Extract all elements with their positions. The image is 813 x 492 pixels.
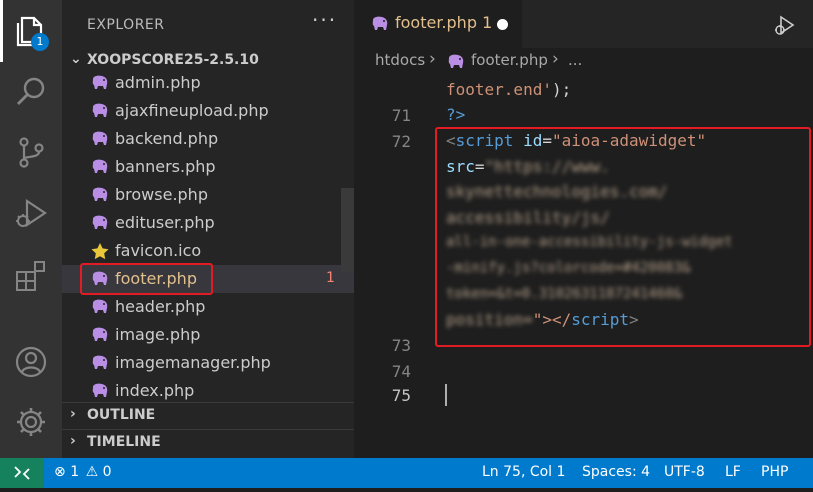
php-elephant-icon bbox=[90, 186, 110, 204]
code-line-wrap: footer.end'); bbox=[446, 80, 572, 99]
chevron-right-icon: › bbox=[70, 433, 76, 449]
breadcrumb-folder[interactable]: htdocs bbox=[375, 51, 425, 69]
explorer-title: EXPLORER bbox=[87, 17, 165, 33]
code-line-71: ?> bbox=[446, 105, 466, 124]
line-number: 71 bbox=[391, 106, 411, 125]
file-item[interactable]: image.php bbox=[62, 321, 354, 349]
line-number: 72 bbox=[391, 132, 411, 151]
problems-indicator[interactable]: ⊗ 1 ⚠ 0 bbox=[54, 464, 112, 480]
highlight-box-footer-file bbox=[80, 263, 213, 295]
php-elephant-icon bbox=[90, 130, 110, 148]
problem-count-badge: 1 bbox=[326, 270, 335, 286]
outline-label: OUTLINE bbox=[87, 407, 156, 423]
active-indicator bbox=[0, 0, 3, 62]
file-name: admin.php bbox=[115, 73, 201, 92]
encoding[interactable]: UTF-8 bbox=[664, 464, 705, 480]
breadcrumb-separator: › bbox=[552, 49, 559, 69]
source-control-icon[interactable] bbox=[13, 134, 49, 170]
remote-indicator[interactable] bbox=[0, 458, 44, 488]
line-number-current: 75 bbox=[391, 386, 411, 405]
editor-tab-bar: footer.php 1 bbox=[354, 0, 813, 48]
breadcrumb-file[interactable]: footer.php bbox=[471, 51, 548, 69]
php-elephant-icon bbox=[90, 354, 110, 372]
outline-section[interactable]: › OUTLINE bbox=[62, 403, 354, 429]
file-item[interactable]: browse.php bbox=[62, 181, 354, 209]
file-name: header.php bbox=[115, 297, 206, 316]
timeline-label: TIMELINE bbox=[87, 434, 161, 450]
file-item[interactable]: edituser.php bbox=[62, 209, 354, 237]
file-name: index.php bbox=[115, 381, 195, 400]
file-name: edituser.php bbox=[115, 213, 215, 232]
error-icon: ⊗ bbox=[54, 464, 66, 480]
highlight-box-script bbox=[435, 127, 811, 347]
php-elephant-icon bbox=[370, 15, 390, 33]
account-icon[interactable] bbox=[13, 344, 49, 380]
gear-icon[interactable] bbox=[13, 404, 49, 440]
php-elephant-icon bbox=[90, 326, 110, 344]
php-elephant-icon bbox=[90, 158, 110, 176]
php-elephant-icon bbox=[90, 298, 110, 316]
php-elephant-icon bbox=[90, 102, 110, 120]
file-item[interactable]: imagemanager.php bbox=[62, 349, 354, 377]
breadcrumb-separator: › bbox=[429, 49, 436, 69]
file-item[interactable]: admin.php bbox=[62, 69, 354, 97]
php-elephant-icon bbox=[90, 74, 110, 92]
file-item[interactable]: ajaxfineupload.php bbox=[62, 97, 354, 125]
search-icon[interactable] bbox=[13, 74, 49, 110]
breadcrumb-symbol[interactable]: ... bbox=[568, 51, 582, 69]
file-name: browse.php bbox=[115, 185, 208, 204]
chevron-down-icon: ⌄ bbox=[70, 51, 82, 67]
file-item[interactable]: index.php bbox=[62, 377, 354, 405]
tab-footer-php[interactable]: footer.php 1 bbox=[354, 0, 522, 48]
line-number: 74 bbox=[391, 362, 411, 381]
file-item[interactable]: backend.php bbox=[62, 125, 354, 153]
extensions-icon[interactable] bbox=[13, 258, 49, 294]
status-bar: ⊗ 1 ⚠ 0 Ln 75, Col 1 Spaces: 4 UTF-8 LF … bbox=[0, 458, 813, 488]
line-number: 73 bbox=[391, 336, 411, 355]
explorer-badge: 1 bbox=[31, 33, 49, 51]
code-editor[interactable]: footer.end'); 71 ?> 72 <script id="aioa-… bbox=[354, 74, 813, 458]
php-elephant-icon bbox=[90, 382, 110, 400]
file-name: imagemanager.php bbox=[115, 353, 271, 372]
file-name: backend.php bbox=[115, 129, 219, 148]
php-elephant-icon bbox=[90, 214, 110, 232]
indentation[interactable]: Spaces: 4 bbox=[582, 464, 650, 480]
file-item[interactable]: header.php bbox=[62, 293, 354, 321]
cursor-position[interactable]: Ln 75, Col 1 bbox=[482, 464, 565, 480]
tab-label: footer.php 1 bbox=[395, 13, 493, 32]
activity-bar: 1 bbox=[0, 0, 62, 458]
run-file-icon[interactable] bbox=[774, 14, 796, 36]
file-item[interactable]: favicon.ico bbox=[62, 237, 354, 265]
chevron-right-icon: › bbox=[70, 406, 76, 422]
timeline-section[interactable]: › TIMELINE bbox=[62, 430, 354, 456]
line-ending[interactable]: LF bbox=[725, 464, 741, 480]
file-name: image.php bbox=[115, 325, 201, 344]
php-elephant-icon bbox=[446, 53, 466, 71]
text-cursor bbox=[445, 384, 447, 406]
breadcrumb: htdocs › footer.php › ... bbox=[354, 48, 813, 74]
file-name: favicon.ico bbox=[115, 241, 202, 260]
language-mode[interactable]: PHP bbox=[761, 464, 788, 480]
file-name: banners.php bbox=[115, 157, 216, 176]
run-debug-icon[interactable] bbox=[13, 196, 49, 232]
more-actions-button[interactable]: ··· bbox=[312, 8, 337, 32]
explorer-sidebar: EXPLORER ··· ⌄ XOOPSCORE25-2.5.10 admin.… bbox=[62, 0, 354, 458]
warning-icon: ⚠ bbox=[85, 464, 99, 480]
unsaved-dot-icon[interactable] bbox=[497, 19, 508, 30]
file-item[interactable]: banners.php bbox=[62, 153, 354, 181]
sidebar-scrollbar[interactable] bbox=[341, 188, 354, 272]
folder-name: XOOPSCORE25-2.5.10 bbox=[87, 52, 259, 68]
file-name: ajaxfineupload.php bbox=[115, 101, 269, 120]
star-icon bbox=[90, 242, 110, 260]
